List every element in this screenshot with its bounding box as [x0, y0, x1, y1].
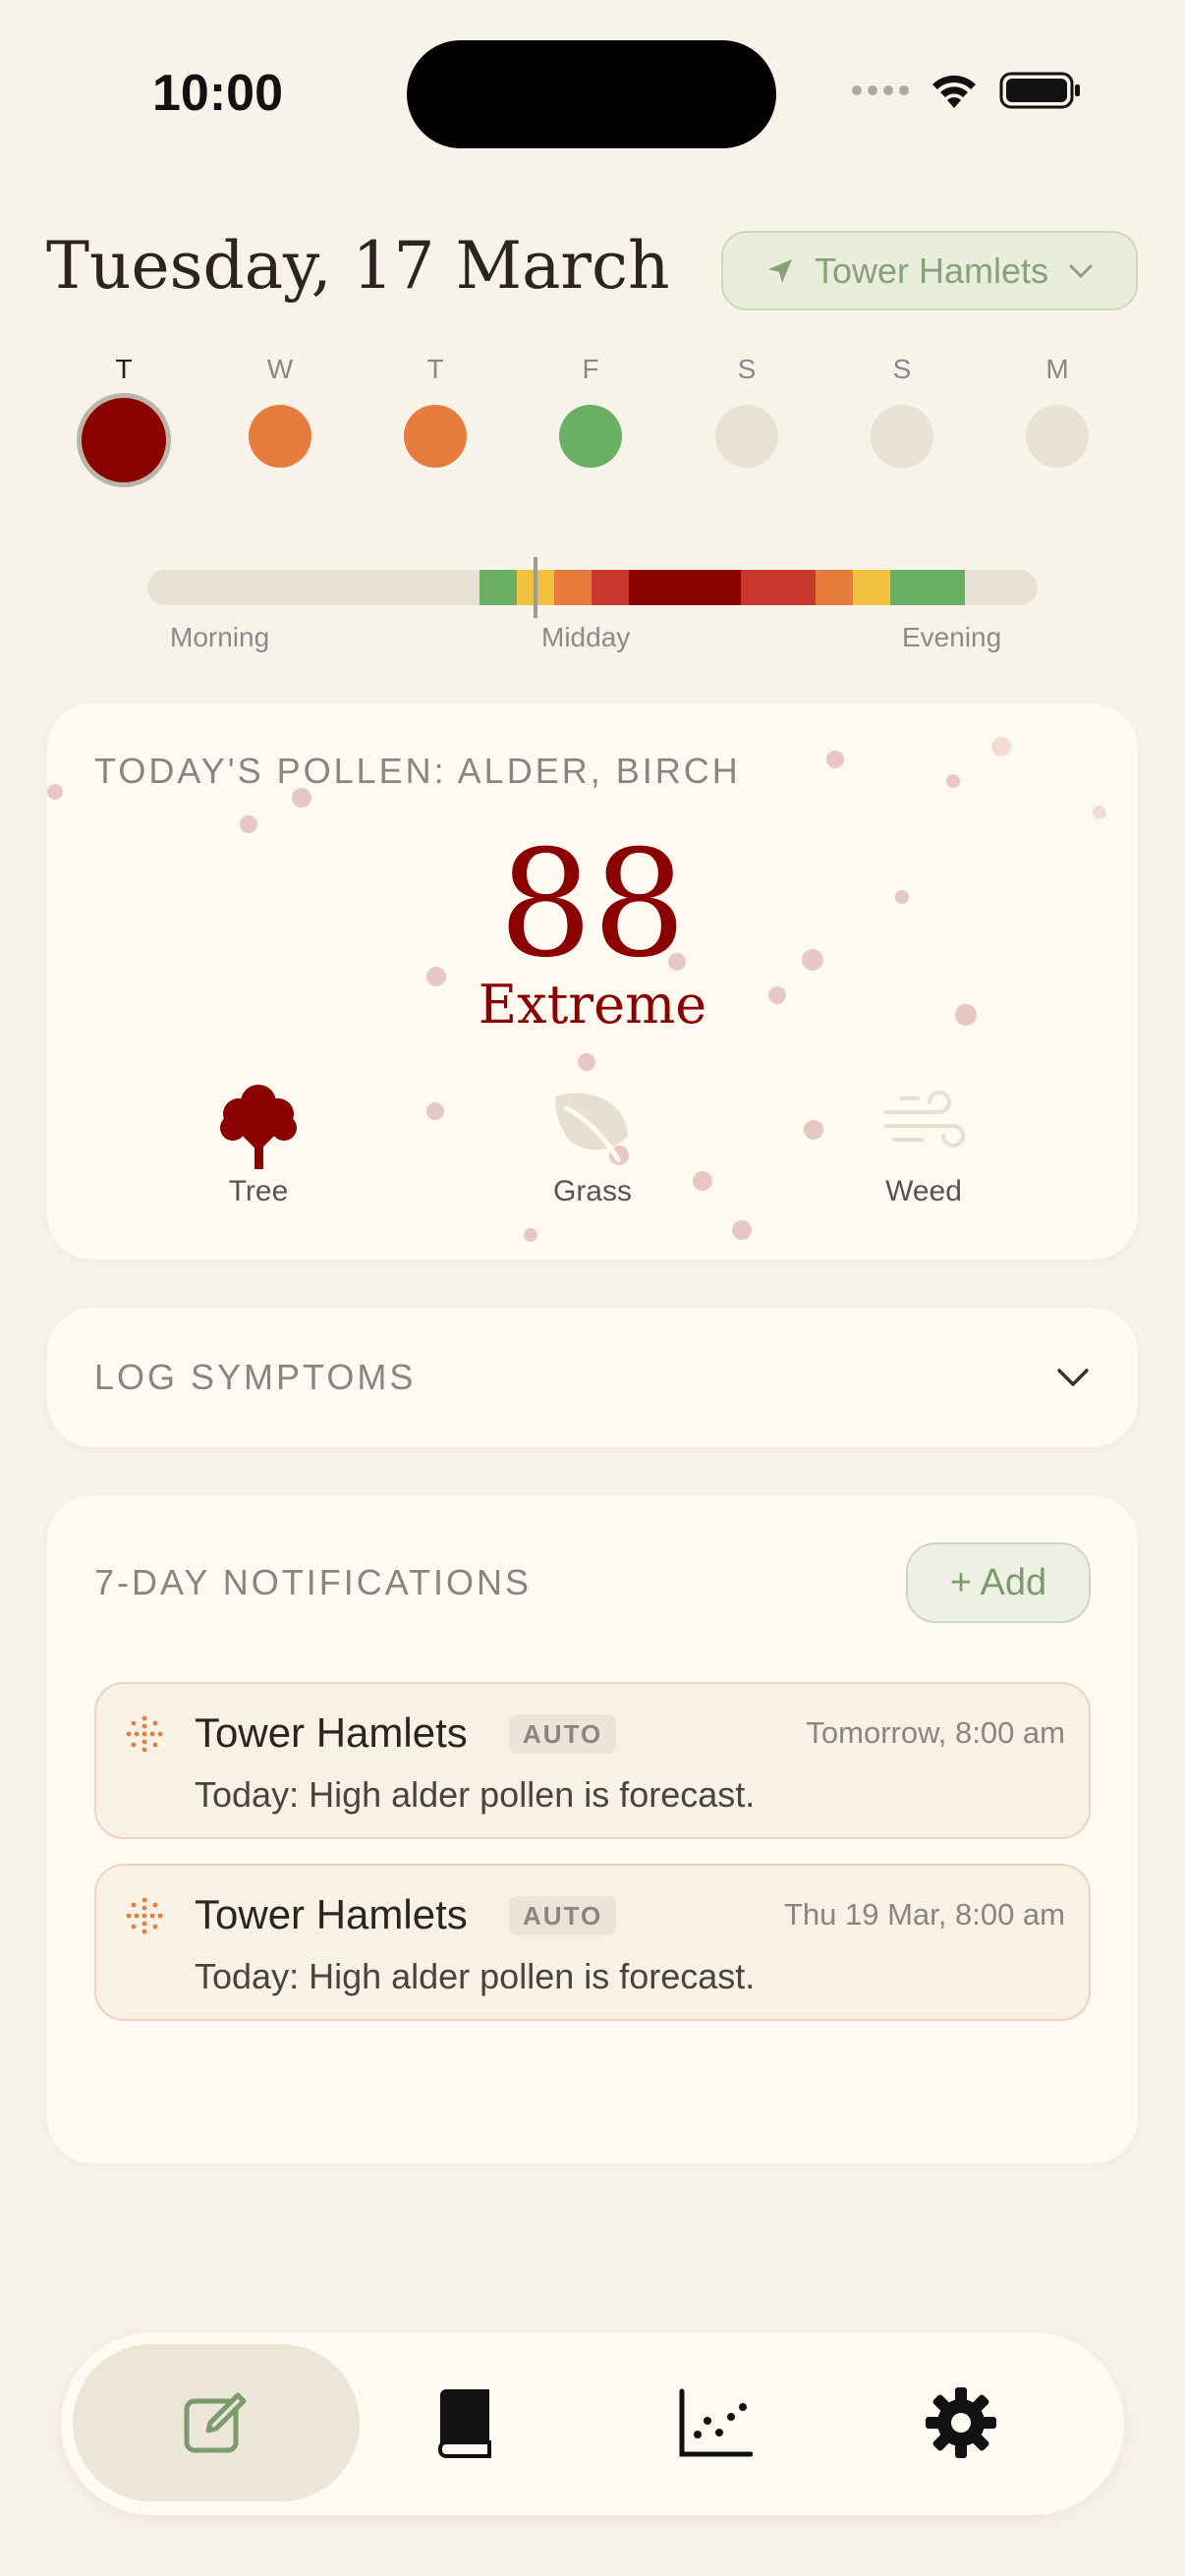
- timeline-now-marker: [534, 557, 537, 618]
- notification-time: Tomorrow, 8:00 am: [806, 1715, 1065, 1750]
- timeline-label-morning: Morning: [170, 622, 270, 652]
- signal-icon: [852, 85, 909, 95]
- auto-badge: AUTO: [509, 1896, 617, 1935]
- pollen-speck: [524, 1228, 537, 1242]
- leaf-icon: [555, 1092, 628, 1162]
- pollen-burst-icon: [126, 1897, 163, 1934]
- tab-settings[interactable]: [818, 2344, 1104, 2501]
- day-item-thursday[interactable]: T: [381, 354, 489, 468]
- timeline-label-midday: Midday: [541, 622, 631, 652]
- notification-body: Today: High alder pollen is forecast.: [195, 1774, 756, 1815]
- pollen-type-label: Tree: [228, 1175, 289, 1207]
- notifications-heading: 7-DAY NOTIFICATIONS: [94, 1562, 533, 1602]
- timeline-segment: [554, 570, 592, 605]
- tab-journal[interactable]: [320, 2344, 607, 2501]
- pollen-card: TODAY'S POLLEN: ALDER, BIRCH 88 Extreme …: [47, 703, 1138, 1260]
- pollen-index-value: 88: [498, 819, 687, 990]
- book-icon: [438, 2389, 491, 2458]
- pollen-speck: [1093, 806, 1106, 819]
- gear-icon: [926, 2387, 996, 2458]
- notification-item[interactable]: Tower Hamlets AUTO Thu 19 Mar, 8:00 am T…: [94, 1864, 1091, 2021]
- log-symptoms-heading: LOG SYMPTOMS: [94, 1357, 417, 1397]
- day-indicator: [404, 405, 467, 468]
- day-item-sunday[interactable]: S: [848, 354, 956, 468]
- pollen-speck: [47, 784, 63, 800]
- pollen-speck: [578, 1053, 595, 1071]
- chart-icon: [679, 2388, 753, 2457]
- wind-icon: [884, 1091, 965, 1148]
- day-indicator: [249, 405, 311, 468]
- timeline-segment: [480, 570, 517, 605]
- day-letter: S: [737, 354, 757, 384]
- location-label: Tower Hamlets: [814, 250, 1049, 291]
- timeline-label-evening: Evening: [902, 622, 1002, 652]
- day-item-tuesday[interactable]: T: [70, 354, 178, 487]
- status-time: 10:00: [152, 65, 283, 122]
- pollen-speck: [946, 774, 960, 788]
- chevron-down-icon: [1069, 264, 1093, 278]
- wifi-icon: [932, 75, 976, 108]
- notifications-card: 7-DAY NOTIFICATIONS + Add Tower Hamlets …: [47, 1495, 1138, 2163]
- notification-body: Today: High alder pollen is forecast.: [195, 1956, 756, 1996]
- day-item-saturday[interactable]: S: [693, 354, 801, 468]
- compose-icon: [184, 2392, 247, 2453]
- chevron-down-icon: [1057, 1369, 1089, 1386]
- timeline-segment: [592, 570, 629, 605]
- timeline-segment: [741, 570, 816, 605]
- pollen-type-weed[interactable]: Weed: [825, 1077, 1022, 1208]
- page-title: Tuesday, 17 March: [46, 228, 670, 304]
- day-indicator: [715, 405, 778, 468]
- pollen-type-grass[interactable]: Grass: [494, 1077, 691, 1208]
- tab-insights[interactable]: [572, 2344, 859, 2501]
- day-letter: T: [115, 354, 133, 384]
- day-letter: T: [426, 354, 444, 384]
- pollen-type-label: Weed: [885, 1175, 962, 1207]
- hourly-pollen-timeline[interactable]: [147, 570, 1038, 605]
- day-item-wednesday[interactable]: W: [226, 354, 334, 468]
- pollen-type-label: Grass: [552, 1175, 632, 1207]
- day-letter: W: [266, 354, 294, 384]
- dynamic-island: [407, 40, 776, 148]
- pollen-speck: [804, 1120, 823, 1140]
- day-indicator: [77, 393, 171, 487]
- battery-icon: [999, 72, 1080, 109]
- pollen-type-tree[interactable]: Tree: [160, 1077, 357, 1208]
- day-indicator: [559, 405, 622, 468]
- location-arrow-icon: [767, 258, 792, 283]
- status-icons: [852, 71, 1082, 110]
- notification-item[interactable]: Tower Hamlets AUTO Tomorrow, 8:00 am Tod…: [94, 1682, 1091, 1839]
- day-indicator: [871, 405, 933, 468]
- pollen-speck: [693, 1171, 712, 1191]
- tab-bar: [61, 2332, 1124, 2515]
- pollen-speck: [991, 737, 1011, 756]
- log-symptoms-card[interactable]: LOG SYMPTOMS: [47, 1308, 1138, 1447]
- notification-title: Tower Hamlets: [195, 1891, 468, 1937]
- timeline-segment: [816, 570, 853, 605]
- pollen-heading: TODAY'S POLLEN: ALDER, BIRCH: [94, 751, 741, 791]
- day-selector: T W T F S S M: [67, 354, 1099, 521]
- pollen-speck: [732, 1220, 752, 1240]
- pollen-speck: [826, 751, 844, 768]
- pollen-speck: [426, 1102, 444, 1120]
- timeline-segment: [629, 570, 741, 605]
- day-letter: M: [1045, 354, 1069, 384]
- day-item-friday[interactable]: F: [536, 354, 645, 468]
- add-notification-button[interactable]: + Add: [906, 1542, 1091, 1623]
- notification-title: Tower Hamlets: [195, 1709, 468, 1756]
- notification-time: Thu 19 Mar, 8:00 am: [783, 1897, 1065, 1932]
- day-indicator: [1026, 405, 1089, 468]
- day-letter: S: [892, 354, 912, 384]
- tab-log[interactable]: [73, 2344, 360, 2501]
- pollen-level-label: Extreme: [478, 974, 707, 1036]
- auto-badge: AUTO: [509, 1714, 617, 1754]
- timeline-segment: [890, 570, 965, 605]
- pollen-burst-icon: [126, 1715, 163, 1753]
- location-button[interactable]: Tower Hamlets: [721, 231, 1138, 310]
- timeline-segment: [853, 570, 890, 605]
- tree-icon: [220, 1085, 297, 1169]
- day-item-monday[interactable]: M: [1003, 354, 1111, 468]
- day-letter: F: [582, 354, 599, 384]
